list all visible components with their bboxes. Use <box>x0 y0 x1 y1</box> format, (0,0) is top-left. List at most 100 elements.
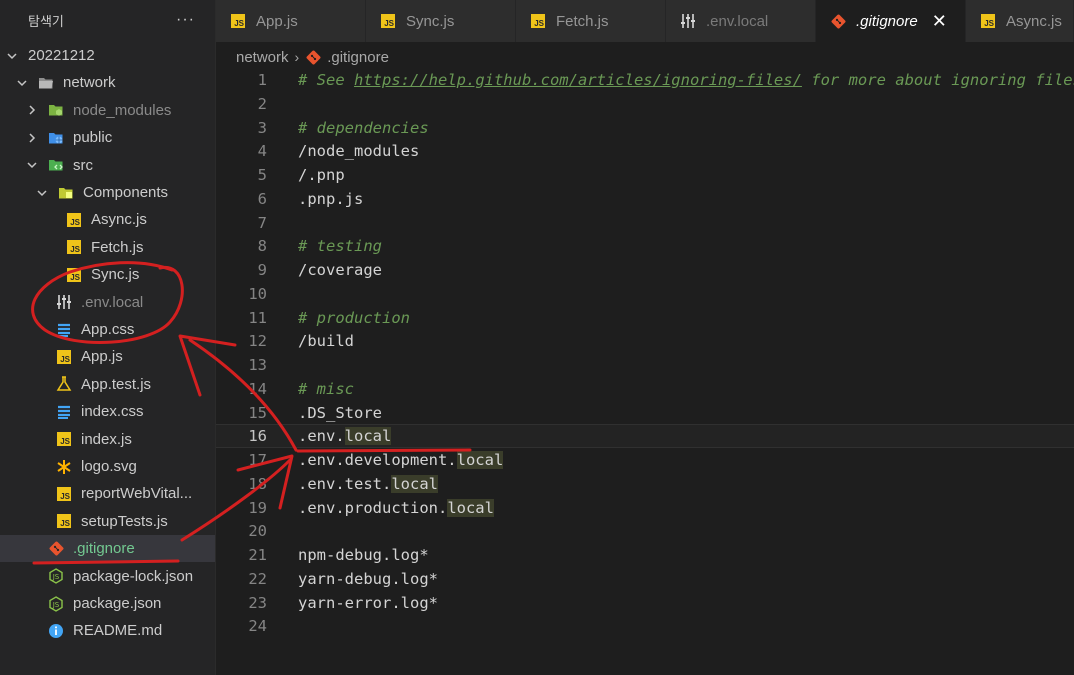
components-folder-icon <box>58 185 74 201</box>
tree-item[interactable]: Components <box>0 179 215 206</box>
tree-item[interactable]: .gitignore <box>0 535 215 563</box>
public-folder-icon <box>48 130 64 146</box>
code-line[interactable]: 23 yarn-error.log* <box>216 591 1074 615</box>
editor-tab-bar: JS App.js JS Sync.js JS Fetch.js .env.local .gi… <box>216 0 1074 42</box>
css-file-icon <box>56 322 72 338</box>
tree-item-label: index.js <box>81 430 132 448</box>
explorer-sidebar: 탐색기 ··· 20221212 network node_modules publi… <box>0 0 216 675</box>
tree-item[interactable]: logo.svg <box>0 453 215 480</box>
code-line[interactable]: 9/coverage <box>216 258 1074 282</box>
git-file-icon <box>830 13 846 29</box>
tab-label: App.js <box>256 12 298 30</box>
line-number: 24 <box>248 617 267 636</box>
breadcrumb-file[interactable]: .gitignore <box>327 49 389 66</box>
code-line[interactable]: 5 /.pnp <box>216 163 1074 187</box>
code-line[interactable]: 24 <box>216 614 1074 638</box>
code-line[interactable]: 13 <box>216 353 1074 377</box>
code-line[interactable]: 3 # dependencies <box>216 116 1074 140</box>
code-line[interactable]: 15 .DS_Store <box>216 401 1074 425</box>
tree-item[interactable]: JS Sync.js <box>0 261 215 288</box>
chevron-down-icon[interactable] <box>16 77 28 89</box>
line-number: 22 <box>248 569 267 588</box>
code-line[interactable]: 19 .env.production.local <box>216 496 1074 520</box>
line-code: yarn-error.log* <box>298 594 438 612</box>
tab-gitignore[interactable]: .gitignore ✕ <box>816 0 966 42</box>
code-line[interactable]: 8 # testing <box>216 234 1074 258</box>
tree-item[interactable]: JS package-lock.json <box>0 563 215 590</box>
more-actions-icon[interactable]: ··· <box>176 11 195 29</box>
tree-item[interactable]: App.css <box>0 316 215 343</box>
chevron-down-icon[interactable] <box>6 50 18 62</box>
code-line[interactable]: 2 <box>216 92 1074 116</box>
tab-sync-js[interactable]: JS Sync.js <box>366 0 516 42</box>
tab-app-js[interactable]: JS App.js <box>216 0 366 42</box>
code-line[interactable]: 20 <box>216 519 1074 543</box>
code-line[interactable]: 1 # See https://help.github.com/articles/… <box>216 68 1074 92</box>
code-text: /.pnp <box>298 166 345 184</box>
tree-item[interactable]: network <box>0 69 215 96</box>
tree-item[interactable]: JS App.js <box>0 343 215 370</box>
code-line[interactable]: 6 .pnp.js <box>216 187 1074 211</box>
explorer-title: 탐색기 <box>28 13 64 29</box>
code-line[interactable]: 10 <box>216 282 1074 306</box>
chevron-down-icon[interactable] <box>36 187 48 199</box>
code-line[interactable]: 4/node_modules <box>216 139 1074 163</box>
line-code: # misc <box>298 380 354 398</box>
tree-item[interactable]: public <box>0 124 215 151</box>
code-line[interactable]: 14 # misc <box>216 377 1074 401</box>
tab-fetch-js[interactable]: JS Fetch.js <box>516 0 666 42</box>
code-line[interactable]: 22 yarn-debug.log* <box>216 567 1074 591</box>
env-file-icon <box>680 13 696 29</box>
tree-item[interactable]: index.css <box>0 398 215 425</box>
tab-async-js[interactable]: JS Async.js <box>966 0 1074 42</box>
code-line[interactable]: 17 .env.development.local <box>216 448 1074 472</box>
tree-item-label: App.css <box>81 321 135 338</box>
tree-item[interactable]: JS package.json <box>0 590 215 617</box>
code-text: .env.development. <box>298 451 457 469</box>
tab-env-local[interactable]: .env.local <box>666 0 816 42</box>
code-line[interactable]: 11 # production <box>216 306 1074 330</box>
tree-item-label: logo.svg <box>81 458 137 475</box>
tree-item[interactable]: JS Fetch.js <box>0 234 215 261</box>
line-number: 9 <box>257 261 267 279</box>
tree-item[interactable]: .env.local <box>0 289 215 316</box>
folder-open-icon <box>38 75 54 91</box>
tree-item[interactable]: JS Async.js <box>0 206 215 233</box>
code-line[interactable]: 7 <box>216 211 1074 235</box>
tree-item[interactable]: 20221212 <box>0 42 215 69</box>
code-editor[interactable]: 1 # See https://help.github.com/articles/… <box>216 68 1074 675</box>
tree-item-label: Sync.js <box>91 266 140 284</box>
line-code: .DS_Store <box>298 404 382 422</box>
tree-item[interactable]: App.test.js <box>0 371 215 398</box>
breadcrumb: network › .gitignore <box>236 46 389 68</box>
code-line[interactable]: 18 .env.test.local <box>216 472 1074 496</box>
code-link[interactable]: https://help.github.com/articles/ignorin… <box>354 71 802 89</box>
node-folder-icon <box>48 102 64 118</box>
json-file-icon: JS <box>48 568 64 584</box>
code-line[interactable]: 16 .env.local <box>216 424 1074 449</box>
chevron-down-icon[interactable] <box>26 159 38 171</box>
tree-item[interactable]: JS index.js <box>0 426 215 453</box>
tree-item-label: Async.js <box>91 211 147 229</box>
tree-item[interactable]: src <box>0 152 215 179</box>
tab-label: .gitignore <box>856 12 918 30</box>
code-line[interactable]: 21 npm-debug.log* <box>216 543 1074 567</box>
code-text: # dependencies <box>298 118 429 137</box>
code-line[interactable]: 12/build <box>216 329 1074 353</box>
tree-item-label: README.md <box>73 622 163 640</box>
js-file-icon: JS <box>66 239 82 255</box>
chevron-right-icon[interactable] <box>26 132 38 144</box>
tree-item[interactable]: JS setupTests.js <box>0 508 215 535</box>
env-file-icon <box>56 294 72 310</box>
tree-item[interactable]: JS reportWebVital... <box>0 480 215 507</box>
tree-item[interactable]: README.md <box>0 617 215 644</box>
chevron-right-icon[interactable] <box>26 104 38 116</box>
breadcrumb-folder[interactable]: network <box>236 49 289 66</box>
tree-item[interactable]: node_modules <box>0 97 215 124</box>
line-code: /.pnp <box>298 166 345 184</box>
close-icon[interactable]: ✕ <box>932 11 947 32</box>
